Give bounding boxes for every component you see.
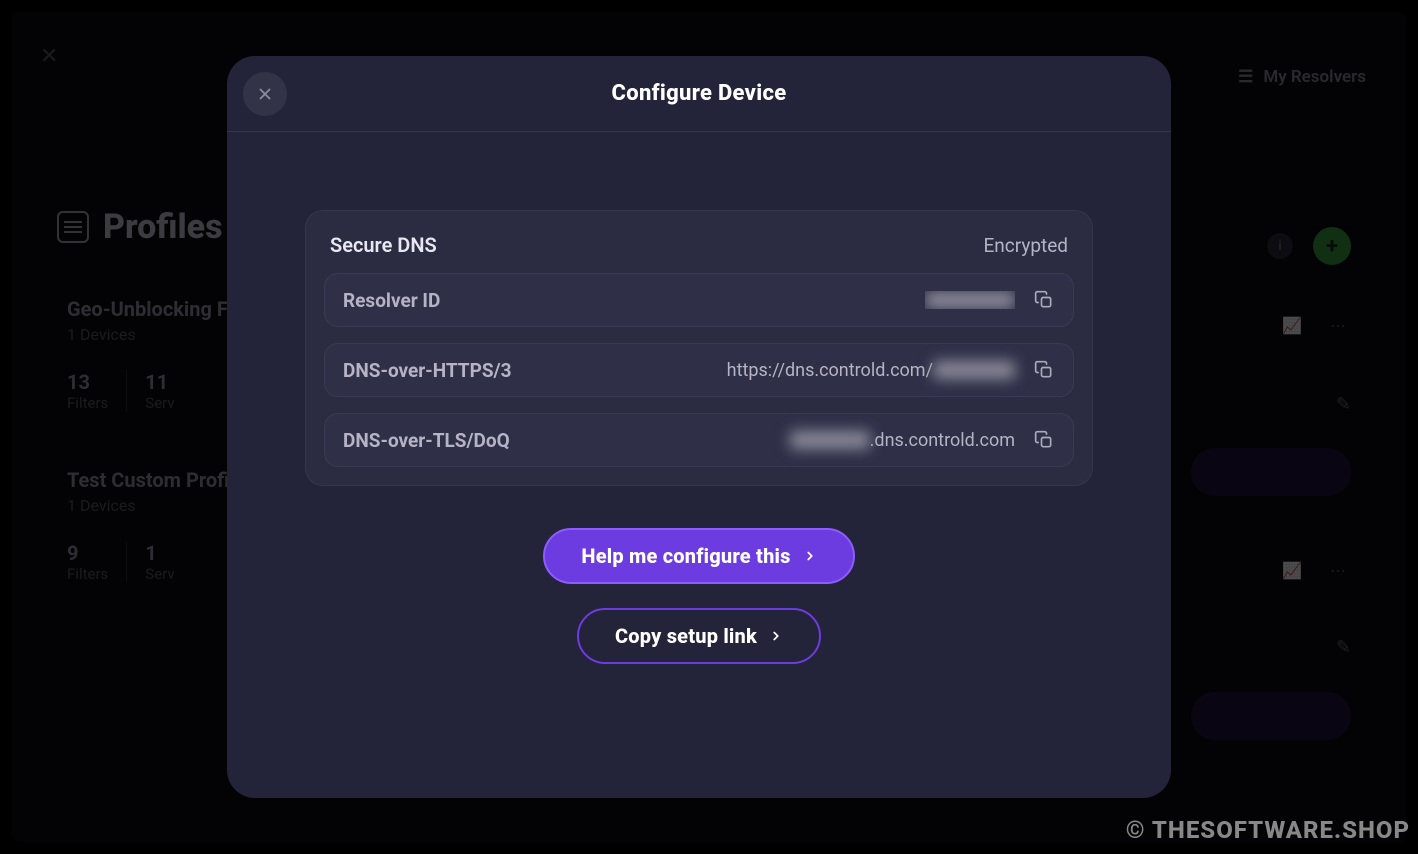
copy-dot-button[interactable] [1029,425,1059,455]
resolver-id-value: xxxxxxxx [925,291,1015,309]
secure-dns-title: Secure DNS [330,233,437,257]
chevron-right-icon [803,549,817,563]
modal-actions: Help me configure this Copy setup link [543,528,854,664]
help-configure-button[interactable]: Help me configure this [543,528,854,584]
resolver-id-label: Resolver ID [343,289,440,312]
copy-icon [1034,430,1054,450]
configure-device-modal: Configure Device Secure DNS Encrypted Re… [227,56,1171,798]
copy-setup-link-label: Copy setup link [615,624,757,648]
help-configure-label: Help me configure this [581,544,790,568]
copy-icon [1034,290,1054,310]
copy-doh-button[interactable] [1029,355,1059,385]
doh-prefix: https://dns.controld.com/ [727,360,933,381]
chevron-right-icon [769,629,783,643]
modal-header: Configure Device [227,56,1171,132]
secure-dns-header: Secure DNS Encrypted [324,229,1074,273]
doh-value: https://dns.controld.com/xxxxxxx [727,360,1015,381]
resolver-id-row: Resolver ID xxxxxxxx [324,273,1074,327]
dot-label: DNS-over-TLS/DoQ [343,429,510,452]
doh-label: DNS-over-HTTPS/3 [343,359,511,382]
redacted-value: xxxxxx [790,431,870,449]
dot-value: xxxxxx.dns.controld.com [790,430,1015,451]
redacted-value: xxxxxxx [933,361,1015,379]
dns-over-tls-row: DNS-over-TLS/DoQ xxxxxx.dns.controld.com [324,413,1074,467]
secure-dns-status: Encrypted [983,234,1068,257]
close-icon [256,85,274,103]
copy-icon [1034,360,1054,380]
modal-title: Configure Device [612,81,787,106]
watermark: © THESOFTWARE.SHOP [1126,816,1410,844]
redacted-value: xxxxxxxx [925,291,1015,309]
copy-resolver-id-button[interactable] [1029,285,1059,315]
dot-suffix: .dns.controld.com [870,430,1015,451]
copy-setup-link-button[interactable]: Copy setup link [577,608,821,664]
modal-close-button[interactable] [243,72,287,116]
dns-over-https-row: DNS-over-HTTPS/3 https://dns.controld.co… [324,343,1074,397]
modal-body: Secure DNS Encrypted Resolver ID xxxxxxx… [227,132,1171,798]
secure-dns-box: Secure DNS Encrypted Resolver ID xxxxxxx… [305,210,1093,486]
